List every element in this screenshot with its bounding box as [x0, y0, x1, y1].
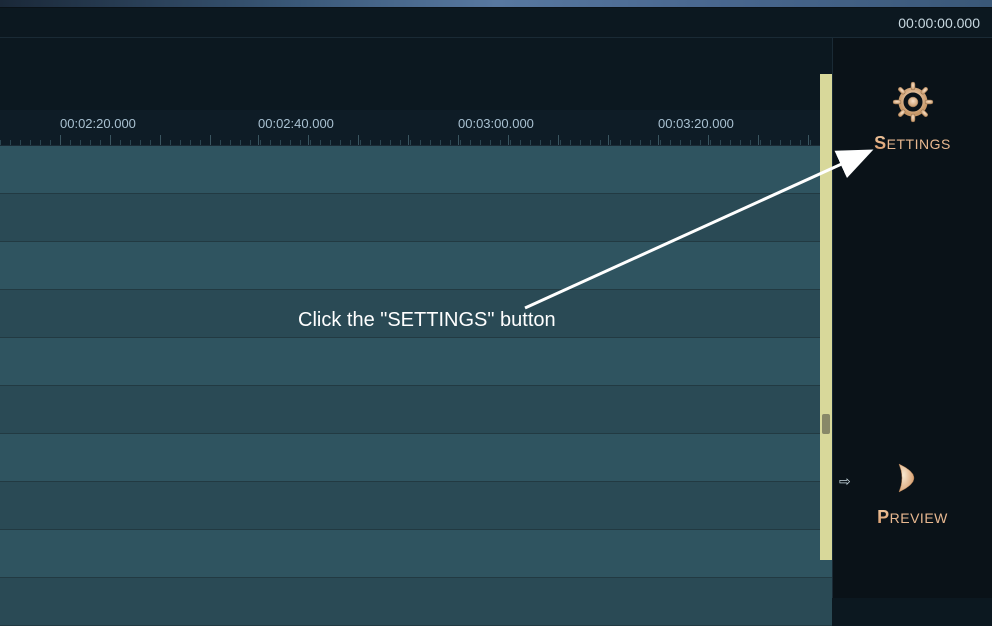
annotation-text: Click the "SETTINGS" button — [298, 309, 556, 332]
settings-button[interactable]: SETTINGS — [874, 78, 951, 154]
track-row[interactable] — [0, 338, 832, 386]
arrow-right-icon: ⇨ — [839, 473, 851, 490]
side-panel: SETTINGS ⇨ PREVIEW — [832, 38, 992, 598]
ruler-time-label: 00:02:20.000 — [60, 116, 136, 131]
track-row[interactable] — [0, 434, 832, 482]
track-row[interactable] — [0, 530, 832, 578]
track-row[interactable] — [0, 242, 832, 290]
scrollbar-thumb[interactable] — [822, 414, 830, 434]
play-icon — [891, 456, 935, 505]
preview-label: PREVIEW — [877, 507, 948, 528]
track-row[interactable] — [0, 194, 832, 242]
tracks-container — [0, 146, 832, 626]
track-row[interactable] — [0, 386, 832, 434]
ruler-time-label: 00:02:40.000 — [258, 116, 334, 131]
track-row[interactable] — [0, 578, 832, 626]
gear-icon — [889, 78, 937, 131]
ruler-time-label: 00:03:20.000 — [658, 116, 734, 131]
current-time-display: 00:00:00.000 — [898, 15, 980, 31]
track-row[interactable] — [0, 482, 832, 530]
timeline-spacer — [0, 38, 832, 74]
settings-label: SETTINGS — [874, 133, 951, 154]
time-display-row: 00:00:00.000 — [0, 8, 992, 38]
timeline-ruler[interactable]: 00:02:20.000 00:02:40.000 00:03:00.000 00:0… — [0, 110, 832, 146]
vertical-scrollbar[interactable] — [820, 74, 832, 560]
timeline-area[interactable]: 00:02:20.000 00:02:40.000 00:03:00.000 00:0… — [0, 38, 832, 598]
track-row[interactable] — [0, 146, 832, 194]
top-gradient-bar — [0, 0, 992, 8]
ruler-time-label: 00:03:00.000 — [458, 116, 534, 131]
main-area: 00:02:20.000 00:02:40.000 00:03:00.000 00:0… — [0, 38, 992, 598]
preview-button[interactable]: PREVIEW — [877, 456, 948, 528]
